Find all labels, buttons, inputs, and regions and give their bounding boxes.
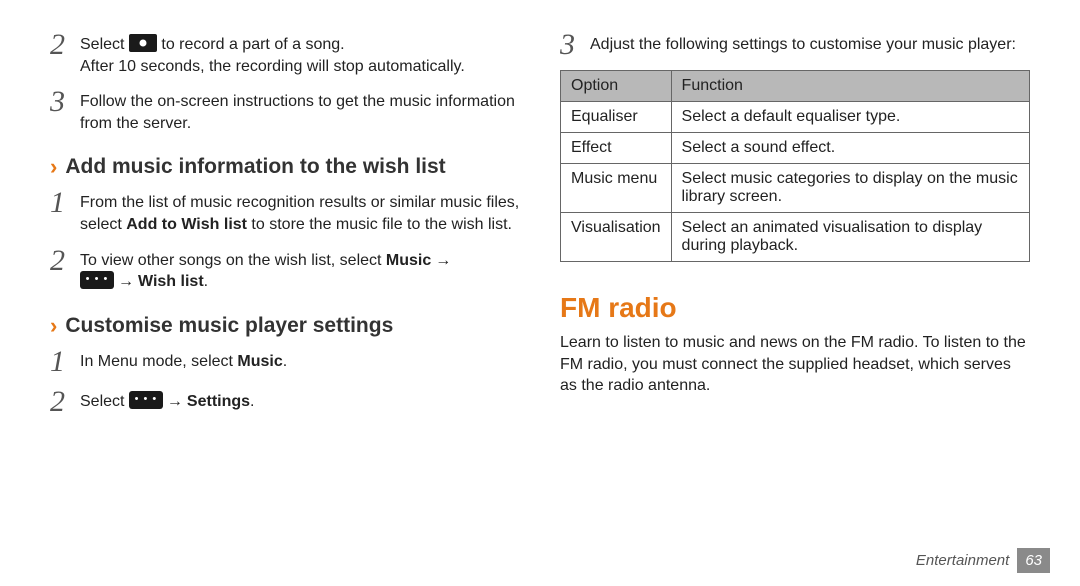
custom-step-2: 2 Select → Settings. xyxy=(50,387,520,417)
fm-radio-paragraph: Learn to listen to music and news on the… xyxy=(560,332,1030,397)
arrow-text: → xyxy=(163,391,187,413)
footer-page-number: 63 xyxy=(1017,548,1050,573)
table-header-row: Option Function xyxy=(561,71,1030,102)
step-body: From the list of music recognition resul… xyxy=(80,188,520,235)
settings-table: Option Function Equaliser Select a defau… xyxy=(560,70,1030,262)
step-body: Follow the on-screen instructions to get… xyxy=(80,87,520,134)
step-3: 3 Follow the on-screen instructions to g… xyxy=(50,87,520,134)
subheading-text: Add music information to the wish list xyxy=(65,155,445,179)
step-bold: Add to Wish list xyxy=(126,216,247,233)
footer-section: Entertainment xyxy=(916,552,1009,569)
step-text: . xyxy=(204,273,208,290)
subheading-wish-list: › Add music information to the wish list xyxy=(50,154,520,180)
step-body: Select → Settings. xyxy=(80,387,255,413)
step-2: 2 Select to record a part of a song. Aft… xyxy=(50,30,520,77)
step-text: In Menu mode, select xyxy=(80,353,237,370)
step-number: 2 xyxy=(50,246,80,276)
table-header-function: Function xyxy=(671,71,1029,102)
step-body: Adjust the following settings to customi… xyxy=(590,30,1016,56)
table-row: Effect Select a sound effect. xyxy=(561,133,1030,164)
step-bold: Wish list xyxy=(138,273,204,290)
custom-step-1: 1 In Menu mode, select Music. xyxy=(50,347,520,377)
right-column: 3 Adjust the following settings to custo… xyxy=(540,30,1050,540)
chevron-right-icon: › xyxy=(50,313,57,339)
step-text: Select xyxy=(80,36,129,53)
step-number: 1 xyxy=(50,188,80,218)
subheading-text: Customise music player settings xyxy=(65,314,393,338)
more-options-icon xyxy=(129,391,163,409)
table-row: Visualisation Select an animated visuali… xyxy=(561,213,1030,262)
step-text: to store the music file to the wish list… xyxy=(247,216,512,233)
page-content: 2 Select to record a part of a song. Aft… xyxy=(0,0,1080,540)
step-text: To view other songs on the wish list, se… xyxy=(80,252,386,269)
arrow-text: → xyxy=(431,250,455,272)
table-row: Music menu Select music categories to di… xyxy=(561,164,1030,213)
step-number: 3 xyxy=(50,87,80,117)
step-text: Select xyxy=(80,393,129,410)
chevron-right-icon: › xyxy=(50,154,57,180)
arrow-text: → xyxy=(114,271,138,293)
step-number: 2 xyxy=(50,30,80,60)
step-text: . xyxy=(283,353,287,370)
wish-step-1: 1 From the list of music recognition res… xyxy=(50,188,520,235)
subheading-customise: › Customise music player settings xyxy=(50,313,520,339)
step-body: To view other songs on the wish list, se… xyxy=(80,246,455,293)
step-number: 3 xyxy=(560,30,590,60)
table-cell-option: Music menu xyxy=(561,164,672,213)
table-cell-option: Visualisation xyxy=(561,213,672,262)
step-number: 1 xyxy=(50,347,80,377)
more-options-icon xyxy=(80,271,114,289)
step-text: After 10 seconds, the recording will sto… xyxy=(80,58,465,75)
step-body: Select to record a part of a song. After… xyxy=(80,30,465,77)
table-row: Equaliser Select a default equaliser typ… xyxy=(561,102,1030,133)
record-icon xyxy=(129,34,157,52)
page-footer: Entertainment 63 xyxy=(0,540,1080,580)
wish-step-2: 2 To view other songs on the wish list, … xyxy=(50,246,520,293)
step-body: In Menu mode, select Music. xyxy=(80,347,287,373)
table-cell-function: Select a default equaliser type. xyxy=(671,102,1029,133)
step-text: to record a part of a song. xyxy=(157,36,345,53)
step-bold: Music xyxy=(386,252,431,269)
right-step-3: 3 Adjust the following settings to custo… xyxy=(560,30,1030,60)
table-header-option: Option xyxy=(561,71,672,102)
table-cell-option: Effect xyxy=(561,133,672,164)
step-number: 2 xyxy=(50,387,80,417)
table-cell-function: Select a sound effect. xyxy=(671,133,1029,164)
step-text: . xyxy=(250,393,254,410)
heading-fm-radio: FM radio xyxy=(560,292,1030,324)
table-cell-function: Select an animated visualisation to disp… xyxy=(671,213,1029,262)
table-cell-option: Equaliser xyxy=(561,102,672,133)
step-bold: Music xyxy=(237,353,282,370)
step-bold: Settings xyxy=(187,393,250,410)
left-column: 2 Select to record a part of a song. Aft… xyxy=(30,30,540,540)
table-cell-function: Select music categories to display on th… xyxy=(671,164,1029,213)
